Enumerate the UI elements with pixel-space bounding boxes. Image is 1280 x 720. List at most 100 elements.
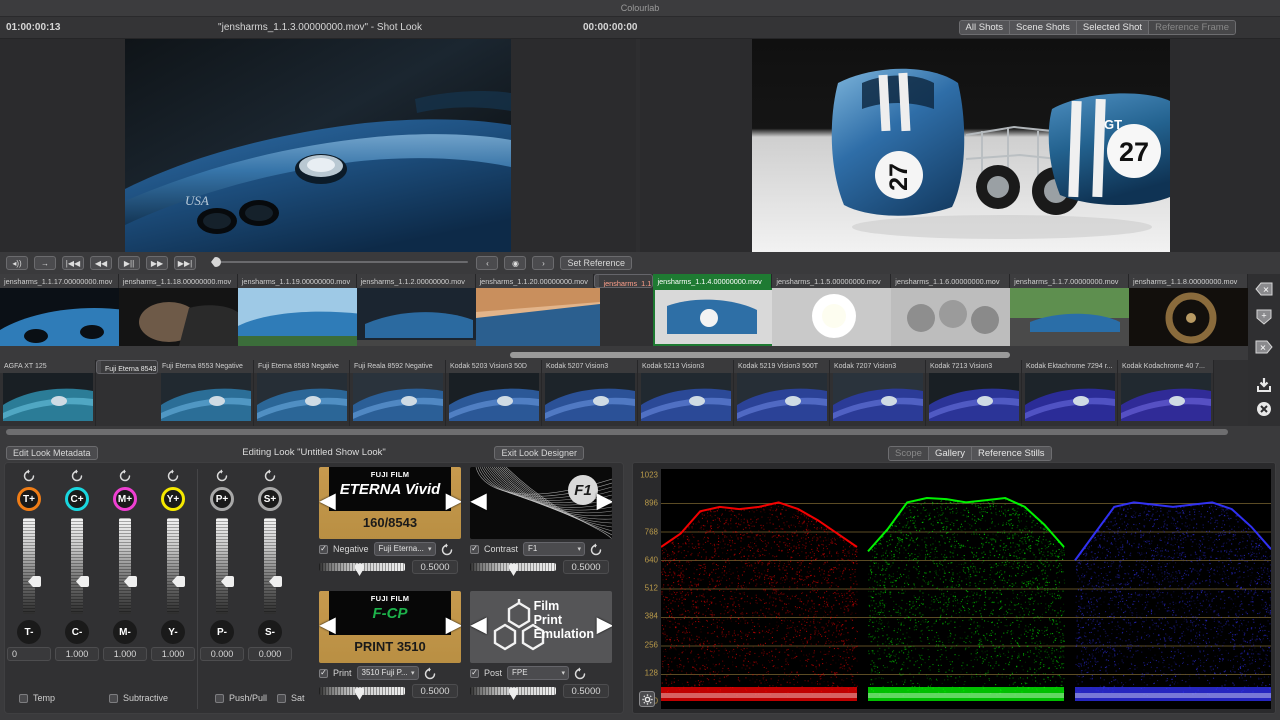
view-mode-scene-shots[interactable]: Scene Shots	[1010, 21, 1077, 34]
temperature-increase-button[interactable]: T+	[17, 487, 41, 511]
push-pull-value[interactable]: 0.000	[200, 647, 244, 661]
shot-thumbnail[interactable]: jensharms_1.1.4.00000000.mov	[653, 274, 778, 346]
print-select[interactable]: 3510 Fuji P... ▾	[356, 666, 419, 680]
close-circle-icon[interactable]	[1254, 400, 1274, 418]
tab-scope[interactable]: Scope	[889, 447, 929, 460]
reset-negative-icon[interactable]	[440, 543, 453, 556]
checkbox-sat[interactable]: Sat	[277, 693, 305, 703]
scrollbar-thumb[interactable]	[510, 352, 1010, 358]
next-negative-icon[interactable]: ▶	[446, 491, 461, 513]
film-stock-preview[interactable]	[257, 373, 347, 421]
negative-strength-slider[interactable]	[319, 563, 405, 576]
negative-strength-value[interactable]: 0.5000	[412, 560, 458, 574]
shot-thumbnail[interactable]: jensharms_1.1.7.00000000.mov	[1010, 274, 1135, 346]
yellow-decrease-button[interactable]: Y-	[161, 620, 185, 644]
set-reference-button[interactable]: Set Reference	[560, 256, 632, 270]
temperature-value[interactable]: 0	[7, 647, 51, 661]
shot-viewer[interactable]: USA	[0, 39, 636, 252]
contrast-checkbox[interactable]: ✓	[470, 544, 479, 554]
scope-settings-button[interactable]	[639, 691, 655, 707]
prev-marker-button[interactable]: ‹	[476, 256, 499, 270]
magenta-value[interactable]: 1.000	[103, 647, 147, 661]
shot-thumbnail[interactable]: jensharms_1.1.6.00000000.mov	[891, 274, 1016, 346]
prev-contrast-icon[interactable]: ◀	[471, 491, 486, 513]
audio-mute-button[interactable]: ◂))	[6, 256, 28, 270]
post-checkbox[interactable]: ✓	[470, 668, 479, 678]
checkbox-box[interactable]	[19, 693, 28, 703]
scope-tab-group[interactable]: Scope Gallery Reference Stills	[888, 446, 1052, 461]
yellow-slider[interactable]	[167, 518, 185, 614]
shot-thumbnail[interactable]: jensharms_1.1.17.00000000.mov	[0, 274, 124, 346]
slider-handle[interactable]	[509, 688, 518, 700]
cyan-value[interactable]: 1.000	[55, 647, 99, 661]
magenta-increase-button[interactable]: M+	[113, 487, 137, 511]
checkbox-box[interactable]	[277, 693, 286, 703]
cyan-slider[interactable]	[71, 518, 89, 614]
download-icon[interactable]	[1254, 376, 1274, 394]
shot-thumbnail[interactable]: jensharms_1.1.19.00000000.mov	[237, 274, 362, 346]
film-stock-item[interactable]: Kodak 7207 Vision3	[830, 360, 926, 426]
checkbox-box[interactable]	[109, 693, 118, 703]
film-stock-preview[interactable]	[833, 373, 923, 421]
shot-thumbnail[interactable]: jensharms_1.1.3.00000000.mov	[594, 274, 654, 288]
film-stock-item[interactable]: Kodak 7213 Vision3	[926, 360, 1022, 426]
slider-handle[interactable]	[355, 688, 364, 700]
film-stock-preview[interactable]	[1025, 373, 1115, 421]
magenta-slider[interactable]	[119, 518, 137, 614]
checkbox-push-pull[interactable]: Push/Pull	[215, 693, 267, 703]
reset-temperature-icon[interactable]	[22, 469, 36, 483]
checkbox-box[interactable]	[215, 693, 224, 703]
post-select[interactable]: FPE ▾	[507, 666, 570, 680]
film-stock-item[interactable]: Kodak 5203 Vision3 50D	[446, 360, 542, 426]
next-post-icon[interactable]: ▶	[597, 615, 612, 637]
exit-look-designer-button[interactable]: Exit Look Designer	[494, 446, 584, 460]
film-stock-preview[interactable]	[545, 373, 635, 421]
scrubber-handle[interactable]	[211, 257, 221, 267]
add-shot-icon[interactable]: +	[1254, 308, 1274, 326]
yellow-increase-button[interactable]: Y+	[161, 487, 185, 511]
shot-thumbnail[interactable]: jensharms_1.1.5.00000000.mov	[772, 274, 897, 346]
slider-handle[interactable]	[172, 576, 185, 587]
print-strength-value[interactable]: 0.5000	[412, 684, 458, 698]
contrast-select[interactable]: F1 ▾	[523, 542, 586, 556]
reset-contrast-icon[interactable]	[589, 543, 602, 556]
film-stock-item[interactable]: Kodak Ektachrome 7294 r...	[1022, 360, 1118, 426]
contrast-strength-value[interactable]: 0.5000	[563, 560, 609, 574]
next-shot-remove-icon[interactable]: ✕	[1254, 338, 1274, 356]
saturation-slider[interactable]	[264, 518, 282, 614]
print-checkbox[interactable]: ✓	[319, 668, 328, 678]
film-stock-preview[interactable]	[641, 373, 731, 421]
negative-checkbox[interactable]: ✓	[319, 544, 328, 554]
prev-post-icon[interactable]: ◀	[471, 615, 486, 637]
reset-print-icon[interactable]	[423, 667, 436, 680]
push-pull-slider[interactable]	[216, 518, 234, 614]
reset-cyan-icon[interactable]	[70, 469, 84, 483]
shot-image[interactable]	[118, 288, 243, 346]
post-strength-value[interactable]: 0.5000	[563, 684, 609, 698]
shot-thumbnail[interactable]: jensharms_1.1.18.00000000.mov	[118, 274, 243, 346]
slider-handle[interactable]	[124, 576, 137, 587]
negative-select[interactable]: Fuji Eterna... ▾	[373, 542, 436, 556]
film-stock-item[interactable]: Kodak 5213 Vision3	[638, 360, 734, 426]
cyan-increase-button[interactable]: C+	[65, 487, 89, 511]
go-to-end-button[interactable]: ▶▶|	[174, 256, 196, 270]
reset-post-icon[interactable]	[573, 667, 586, 680]
checkbox-temp[interactable]: Temp	[19, 693, 55, 703]
view-mode-selected-shot[interactable]: Selected Shot	[1076, 21, 1150, 34]
print-box-art[interactable]: FUJI FILM F-CP PRINT 3510 ◀ ▶	[319, 591, 461, 663]
tab-gallery[interactable]: Gallery	[928, 447, 973, 460]
shot-image[interactable]	[891, 288, 1016, 346]
shot-image[interactable]	[1129, 288, 1254, 346]
shot-thumbnail[interactable]: jensharms_1.1.20.00000000.mov	[475, 274, 600, 346]
view-mode-all-shots[interactable]: All Shots	[959, 21, 1011, 34]
shot-image[interactable]	[1010, 288, 1135, 346]
play-pause-button[interactable]: ▶||	[118, 256, 140, 270]
slider-handle[interactable]	[76, 576, 89, 587]
slider-handle[interactable]	[28, 576, 41, 587]
film-stock-item[interactable]: AGFA XT 125	[0, 360, 96, 426]
reset-saturation-icon[interactable]	[263, 469, 277, 483]
scrubber[interactable]	[205, 257, 468, 267]
print-strength-slider[interactable]	[319, 687, 405, 700]
shot-image[interactable]	[0, 288, 124, 346]
film-stock-item[interactable]: Fuji Eterna 8543 Vivid Neg...	[96, 360, 158, 374]
